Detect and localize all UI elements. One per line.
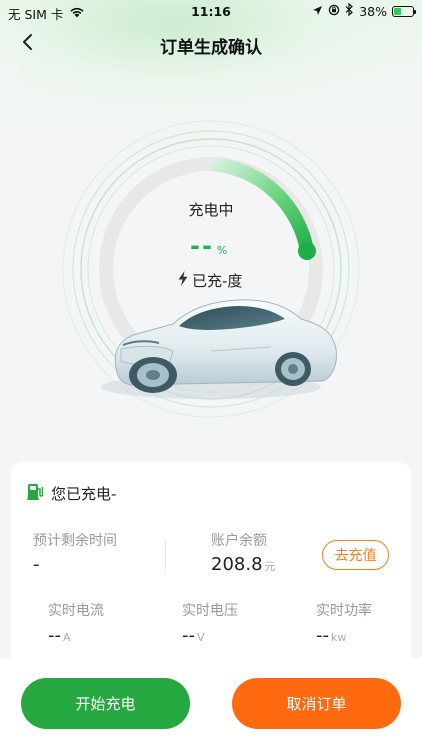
current-value-text: -- bbox=[48, 625, 61, 646]
remaining-time-value: - bbox=[33, 554, 40, 575]
charged-energy: 已充-度 bbox=[178, 270, 242, 291]
rotation-lock-icon bbox=[328, 4, 340, 19]
charge-percent-value: -- bbox=[190, 232, 214, 260]
balance-value: 208.8 元 bbox=[211, 554, 276, 575]
gauge-progress-knob bbox=[298, 242, 316, 260]
bottom-action-bar: 开始充电 取消订单 bbox=[0, 658, 422, 750]
card-header: 您已充电- bbox=[27, 482, 116, 504]
start-charging-button[interactable]: 开始充电 bbox=[21, 678, 190, 729]
nav-bar: 订单生成确认 bbox=[0, 26, 422, 62]
current-label: 实时电流 bbox=[48, 603, 104, 619]
current-unit: A bbox=[63, 631, 71, 644]
charge-gauge bbox=[61, 119, 361, 419]
voltage-unit: V bbox=[197, 631, 205, 644]
balance-amount: 208.8 bbox=[211, 554, 263, 575]
card-header-text: 您已充电- bbox=[51, 484, 117, 503]
recharge-button[interactable]: 去充值 bbox=[322, 540, 389, 570]
power-value: -- kw bbox=[316, 625, 346, 646]
battery-fill bbox=[394, 7, 401, 15]
status-right: 38% bbox=[312, 2, 416, 19]
battery-icon bbox=[392, 5, 416, 17]
voltage-value-text: -- bbox=[182, 625, 195, 646]
remaining-time-text: - bbox=[33, 554, 40, 575]
location-icon bbox=[312, 4, 323, 19]
lightning-icon bbox=[178, 271, 188, 290]
power-label: 实时功率 bbox=[316, 603, 372, 619]
power-value-text: -- bbox=[316, 625, 329, 646]
charging-pile-icon bbox=[27, 482, 44, 504]
page-title: 订单生成确认 bbox=[160, 38, 262, 58]
status-bar: 无 SIM 卡 11:16 38% bbox=[0, 0, 422, 22]
battery-percent: 38% bbox=[359, 3, 387, 19]
voltage-label: 实时电压 bbox=[182, 603, 238, 619]
charged-energy-text: 已充-度 bbox=[192, 272, 243, 290]
charge-percent: -- % bbox=[190, 232, 227, 260]
voltage-value: -- V bbox=[182, 625, 205, 646]
divider bbox=[165, 540, 166, 570]
balance-label: 账户余额 bbox=[211, 533, 267, 549]
power-unit: kw bbox=[331, 631, 347, 644]
gauge-graphic bbox=[62, 120, 360, 418]
balance-unit: 元 bbox=[264, 560, 276, 573]
charge-percent-unit: % bbox=[216, 244, 228, 257]
remaining-time-label: 预计剩余时间 bbox=[33, 533, 117, 549]
bluetooth-icon bbox=[345, 2, 354, 19]
cancel-order-button[interactable]: 取消订单 bbox=[232, 678, 401, 729]
current-value: -- A bbox=[48, 625, 71, 646]
charge-status-text: 充电中 bbox=[188, 201, 234, 219]
